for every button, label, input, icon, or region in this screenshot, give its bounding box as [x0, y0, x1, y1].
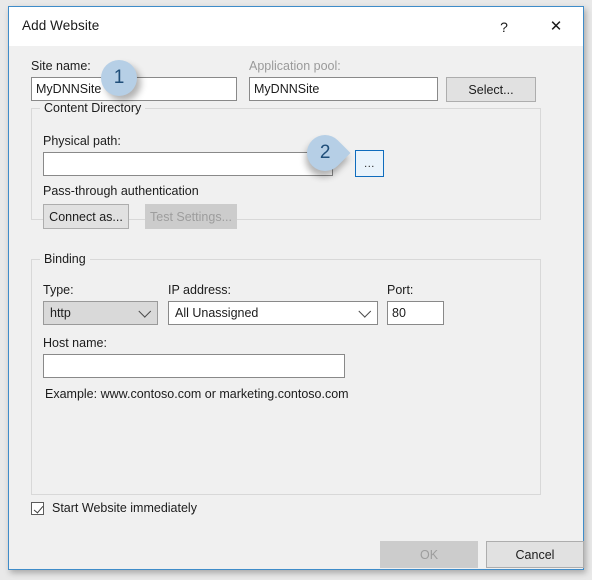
start-website-checkbox[interactable] — [31, 501, 44, 515]
site-name-label: Site name: — [31, 59, 91, 73]
chevron-down-icon — [353, 304, 377, 318]
content-directory-title: Content Directory — [40, 101, 146, 115]
type-select[interactable]: http — [43, 301, 158, 325]
cancel-button[interactable]: Cancel — [486, 541, 584, 568]
select-button[interactable]: Select... — [446, 77, 536, 102]
port-input[interactable] — [387, 301, 444, 325]
pass-through-authentication-text: Pass-through authentication — [43, 184, 199, 198]
callout-badge-1: 1 — [101, 60, 137, 96]
test-settings-button: Test Settings... — [145, 204, 237, 229]
ok-button: OK — [380, 541, 478, 568]
dialog-body: Site name: Application pool: Select... C… — [9, 46, 584, 569]
start-website-checkbox-row[interactable]: Start Website immediately — [31, 501, 197, 515]
type-label: Type: — [43, 283, 74, 297]
browse-ellipsis-button[interactable]: ... — [355, 150, 384, 177]
close-glyph: ✕ — [549, 17, 563, 35]
callout-badge-1-number: 1 — [113, 67, 125, 88]
screenshot-root: Add Website ? ✕ Site name: Application p… — [0, 0, 592, 580]
add-website-dialog: Add Website ? ✕ Site name: Application p… — [8, 6, 584, 570]
application-pool-label: Application pool: — [249, 59, 341, 73]
title-bar: Add Website ? ✕ — [9, 7, 583, 46]
ip-address-select[interactable]: All Unassigned — [168, 301, 378, 325]
host-name-input[interactable] — [43, 354, 345, 378]
ip-address-label: IP address: — [168, 283, 232, 297]
port-label: Port: — [387, 283, 414, 297]
chevron-down-icon — [133, 304, 157, 318]
type-value: http — [50, 306, 71, 320]
start-website-checkbox-label: Start Website immediately — [52, 501, 197, 515]
host-name-label: Host name: — [43, 336, 107, 350]
callout-badge-2-number: 2 — [319, 141, 331, 163]
help-glyph: ? — [500, 18, 508, 35]
connect-as-button[interactable]: Connect as... — [43, 204, 129, 229]
close-icon[interactable]: ✕ — [535, 7, 577, 46]
binding-title: Binding — [40, 252, 90, 266]
application-pool-input[interactable] — [249, 77, 438, 101]
help-icon[interactable]: ? — [483, 7, 525, 46]
dialog-title: Add Website — [22, 18, 100, 33]
ip-address-value: All Unassigned — [175, 306, 259, 320]
physical-path-input[interactable] — [43, 152, 333, 176]
host-name-example-text: Example: www.contoso.com or marketing.co… — [45, 387, 349, 401]
physical-path-label: Physical path: — [43, 134, 121, 148]
